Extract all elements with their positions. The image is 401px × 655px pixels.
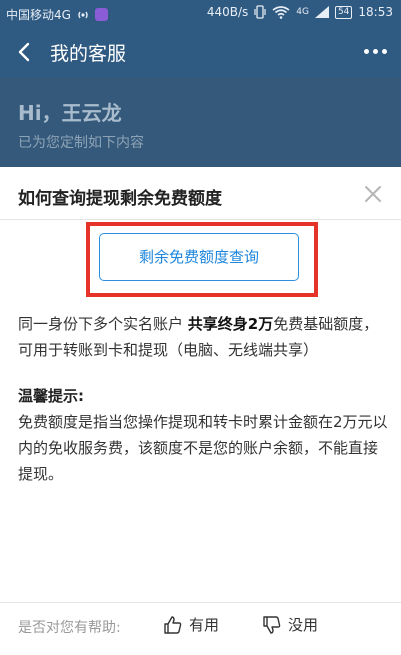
- not-helpful-label: 没用: [288, 616, 319, 634]
- answer-sheet: 如何查询提现剩余免费额度 剩余免费额度查询 同一身份下多个实名账户 共享终身2万…: [0, 167, 401, 655]
- app-notification-icon: [94, 8, 108, 21]
- cell-signal-icon: [314, 6, 329, 18]
- carrier-label: 中国移动4G: [6, 8, 71, 22]
- greeting-header: Hi，王云龙 已为您定制如下内容: [0, 77, 401, 167]
- back-arrow-icon[interactable]: [12, 38, 38, 66]
- vibrate-icon: [254, 5, 266, 19]
- tip-body: 免费额度是指当您操作提现和转卡时累计金额在2万元以内的免收服务费，该额度不是您的…: [18, 413, 388, 483]
- feedback-question: 是否对您有帮助:: [18, 620, 121, 636]
- sheet-title: 如何查询提现剩余免费额度: [18, 189, 222, 209]
- helpful-label: 有用: [189, 616, 220, 634]
- thumbs-down-icon: [263, 615, 281, 634]
- status-left: 中国移动4G: [6, 6, 108, 23]
- status-bar: 中国移动4G 440B/s 4G 54 18:53: [0, 0, 401, 27]
- battery-icon: 54: [334, 5, 353, 19]
- title-divider: [0, 219, 401, 220]
- network-speed: 440B/s: [206, 5, 249, 19]
- status-right: 440B/s 4G 54 18:53: [207, 5, 393, 19]
- more-options-icon[interactable]: [364, 49, 387, 54]
- close-icon[interactable]: [363, 184, 383, 204]
- feedback-bar: 是否对您有帮助: 有用 没用: [0, 603, 401, 655]
- wifi-icon: [272, 5, 290, 19]
- greeting-name: Hi，王云龙: [18, 101, 122, 125]
- not-helpful-button[interactable]: 没用: [262, 614, 318, 635]
- clock: 18:53: [358, 5, 393, 19]
- signal-loop-icon: [78, 11, 88, 18]
- tip-title: 温馨提示:: [18, 387, 84, 405]
- remaining-quota-query-button[interactable]: 剩余免费额度查询: [99, 233, 299, 281]
- greeting-subtitle: 已为您定制如下内容: [18, 135, 144, 151]
- quota-description: 同一身份下多个实名账户 共享终身2万免费基础额度，可用于转账到卡和提现（电脑、无…: [18, 315, 379, 359]
- thumbs-up-icon: [164, 615, 182, 634]
- helpful-button[interactable]: 有用: [163, 614, 219, 635]
- network-type: 4G: [296, 7, 309, 17]
- nav-bar: 我的客服: [0, 27, 401, 77]
- page-title: 我的客服: [50, 43, 127, 65]
